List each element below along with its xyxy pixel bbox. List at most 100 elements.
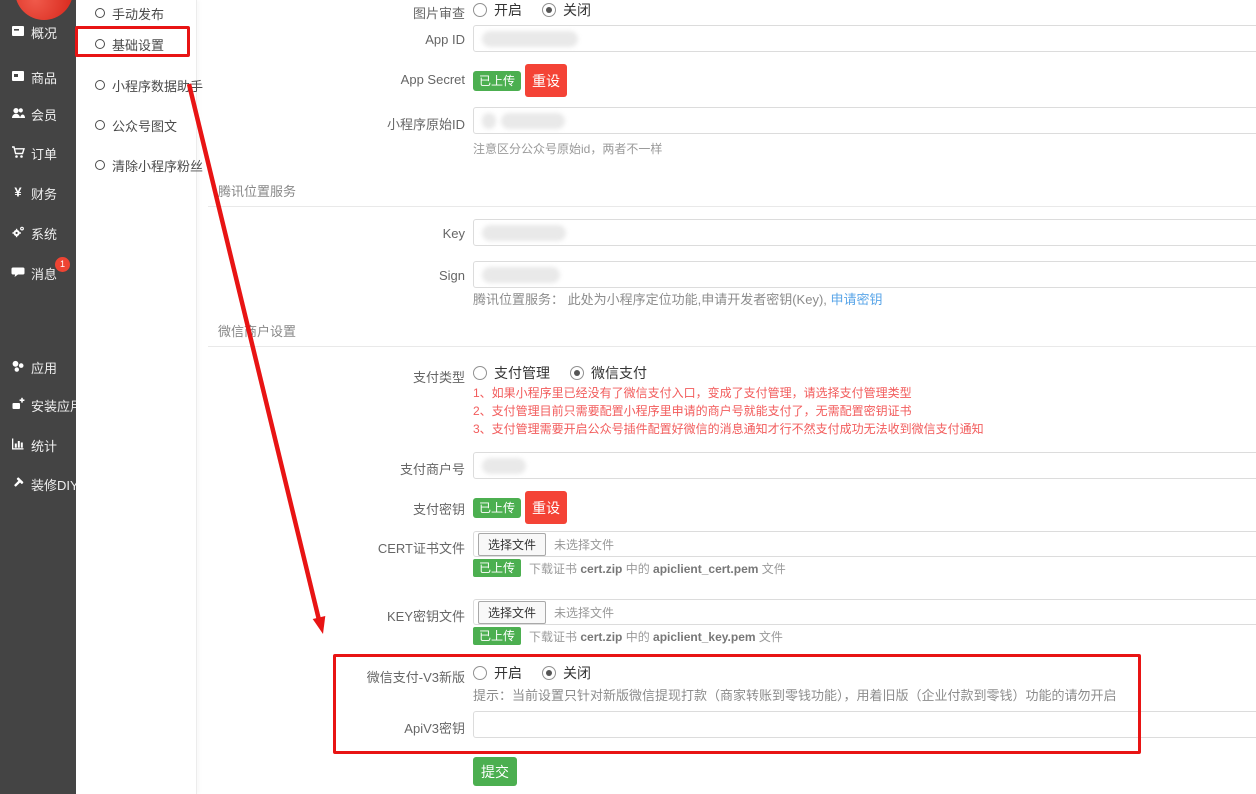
pay-type-wechat-radio[interactable] — [570, 366, 584, 380]
orders-icon — [11, 145, 25, 162]
radio-option-label[interactable]: 开启 — [494, 0, 522, 20]
radio-option-label[interactable]: 微信支付 — [591, 363, 647, 383]
radio-option-label[interactable]: 支付管理 — [494, 363, 550, 383]
redacted-value — [482, 225, 566, 241]
key-uploaded-badge: 已上传 — [473, 627, 521, 645]
sidebar-item-label: 统计 — [31, 436, 57, 455]
key-input[interactable] — [473, 219, 1256, 246]
sidebar-item-label: 系统 — [31, 224, 57, 243]
sidebar-item-orders[interactable]: 订单 — [11, 145, 57, 161]
sidebar-item-messages[interactable]: 消息 1 — [11, 265, 57, 281]
cert-file-input[interactable]: 选择文件 未选择文件 — [473, 531, 1256, 557]
radio-option-label[interactable]: 关闭 — [563, 663, 591, 683]
original-id-help: 注意区分公众号原始id，两者不一样 — [473, 140, 662, 157]
sidebar-item-finance[interactable]: ¥ 财务 — [11, 185, 57, 201]
goods-icon — [11, 69, 25, 86]
apiv3-input[interactable] — [473, 711, 1256, 738]
section-title-tencent-location: 腾讯位置服务 — [218, 181, 296, 200]
cert-upload-status-row: 已上传 下载证书 cert.zip 中的 apiclient_cert.pem … — [473, 558, 786, 578]
app-secret-label: App Secret — [196, 72, 465, 87]
wxpay-v3-on-radio[interactable] — [473, 666, 487, 680]
pay-secret-uploaded-button[interactable]: 已上传 — [473, 498, 521, 518]
submit-button[interactable]: 提交 — [473, 757, 517, 786]
sidebar-item-install-apps[interactable]: 安装应用 — [11, 397, 83, 413]
key-label: Key — [196, 226, 465, 241]
submenu-item-manual-publish[interactable]: 手动发布 — [95, 5, 164, 21]
pay-type-label: 支付类型 — [196, 367, 465, 386]
radio-dot-icon — [95, 80, 105, 90]
section-title-wechat-merchant: 微信商户设置 — [218, 321, 296, 340]
submenu-item-official-account-articles[interactable]: 公众号图文 — [95, 117, 177, 133]
app-id-input[interactable] — [473, 25, 1256, 52]
message-count-badge: 1 — [55, 257, 70, 272]
key-no-file-text: 未选择文件 — [554, 604, 614, 621]
settings-submenu: 手动发布 基础设置 小程序数据助手 公众号图文 清除小程序粉丝 — [76, 0, 197, 794]
pay-secret-reset-button[interactable]: 重设 — [525, 491, 567, 524]
key-file-label: KEY密钥文件 — [196, 606, 465, 625]
sidebar-item-label: 会员 — [31, 105, 57, 124]
message-icon — [11, 265, 25, 282]
radio-option-label[interactable]: 开启 — [494, 663, 522, 683]
wxpay-v3-hint: 提示：当前设置只针对新版微信提现打款（商家转账到零钱功能），用着旧版（企业付款到… — [473, 685, 1117, 704]
main-sidebar: 概况 商品 会员 订单 ¥ 财务 系统 消息 1 应用 安装应用 统计 装修DI… — [0, 0, 76, 794]
sidebar-item-label: 消息 — [31, 264, 57, 283]
pay-type-radio-group: 支付管理 微信支付 — [473, 364, 667, 382]
merchant-id-input[interactable] — [473, 452, 1256, 479]
sidebar-item-goods[interactable]: 商品 — [11, 69, 57, 85]
submenu-item-basic-settings[interactable]: 基础设置 — [95, 36, 164, 52]
pay-type-note-2: 2、支付管理目前只需要配置小程序里申请的商户号就能支付了，无需配置密钥证书 — [473, 402, 912, 419]
cert-file-label: CERT证书文件 — [196, 538, 465, 557]
sign-label: Sign — [196, 268, 465, 283]
sidebar-item-label: 财务 — [31, 184, 57, 203]
redacted-value — [482, 458, 526, 474]
svg-text:¥: ¥ — [14, 185, 22, 199]
submenu-item-miniprogram-data-assistant[interactable]: 小程序数据助手 — [95, 77, 203, 93]
section-divider — [208, 346, 1256, 347]
stats-icon — [11, 437, 25, 454]
wxpay-v3-label: 微信支付-V3新版 — [196, 667, 465, 686]
sidebar-item-apps[interactable]: 应用 — [11, 359, 57, 375]
cert-uploaded-badge: 已上传 — [473, 559, 521, 577]
pay-type-note-1: 1、如果小程序里已经没有了微信支付入口，变成了支付管理，请选择支付管理类型 — [473, 384, 912, 401]
redacted-value — [482, 31, 578, 47]
sign-input[interactable] — [473, 261, 1256, 288]
sidebar-item-label: 概况 — [31, 23, 57, 42]
finance-icon: ¥ — [11, 185, 25, 202]
sidebar-item-label: 应用 — [31, 358, 57, 377]
sidebar-item-members[interactable]: 会员 — [11, 106, 57, 122]
image-review-off-radio[interactable] — [542, 3, 556, 17]
pay-type-manage-radio[interactable] — [473, 366, 487, 380]
radio-dot-icon — [95, 39, 105, 49]
wxpay-v3-off-radio[interactable] — [542, 666, 556, 680]
sidebar-item-overview[interactable]: 概况 — [11, 24, 57, 40]
sidebar-item-decor-diy[interactable]: 装修DIY — [11, 476, 79, 492]
system-icon — [11, 225, 25, 242]
image-review-radio-group: 开启 关闭 — [473, 1, 611, 19]
apiv3-label: ApiV3密钥 — [196, 718, 465, 737]
submenu-item-label: 公众号图文 — [112, 116, 177, 135]
key-file-input[interactable]: 选择文件 未选择文件 — [473, 599, 1256, 625]
pay-secret-label: 支付密钥 — [196, 499, 465, 518]
key-upload-status-row: 已上传 下载证书 cert.zip 中的 apiclient_key.pem 文… — [473, 626, 783, 646]
submenu-item-label: 小程序数据助手 — [112, 76, 203, 95]
image-review-on-radio[interactable] — [473, 3, 487, 17]
app-secret-uploaded-button[interactable]: 已上传 — [473, 71, 521, 91]
merchant-id-label: 支付商户号 — [196, 459, 465, 478]
diy-hammer-icon — [11, 476, 25, 493]
key-choose-file-button[interactable]: 选择文件 — [478, 601, 546, 624]
original-id-input[interactable] — [473, 107, 1256, 134]
overview-icon — [11, 24, 25, 41]
sidebar-item-stats[interactable]: 统计 — [11, 437, 57, 453]
app-secret-reset-button[interactable]: 重设 — [525, 64, 567, 97]
sidebar-item-system[interactable]: 系统 — [11, 225, 57, 241]
sidebar-item-label: 订单 — [31, 144, 57, 163]
radio-dot-icon — [95, 120, 105, 130]
app-id-label: App ID — [196, 32, 465, 47]
apply-key-link[interactable]: 申请密钥 — [831, 292, 883, 307]
radio-option-label[interactable]: 关闭 — [563, 0, 591, 20]
submenu-item-clear-miniprogram-fans[interactable]: 清除小程序粉丝 — [95, 157, 203, 173]
avatar[interactable] — [15, 0, 73, 20]
section-divider — [208, 206, 1256, 207]
cert-choose-file-button[interactable]: 选择文件 — [478, 533, 546, 556]
members-icon — [11, 106, 25, 123]
